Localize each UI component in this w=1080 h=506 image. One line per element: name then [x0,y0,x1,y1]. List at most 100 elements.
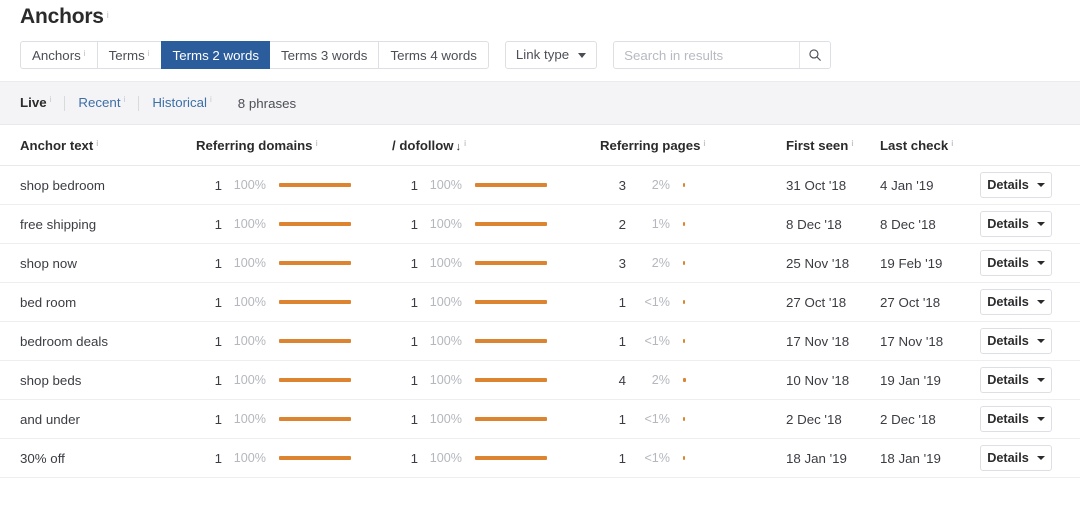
metric-count: 1 [600,412,626,427]
tab-anchors[interactable]: Anchorsi [20,41,97,69]
info-icon[interactable]: i [148,50,150,58]
table-row[interactable]: free shipping1100%1100%21%8 Dec '188 Dec… [0,205,1080,244]
filter-recent[interactable]: Recenti [78,94,125,112]
tab-terms-2-words[interactable]: Terms 2 words [161,41,270,69]
dofollow-cell: 1100% [392,283,600,322]
col-last-check[interactable]: Last checki [880,125,980,166]
info-icon[interactable]: i [96,140,98,148]
chevron-down-icon [578,53,586,58]
metric-percent: 100% [222,178,266,192]
details-button[interactable]: Details [980,289,1052,315]
first-seen: 18 Jan '19 [786,451,847,466]
details-button[interactable]: Details [980,172,1052,198]
metric-count: 1 [600,295,626,310]
metric-bar-track [475,300,577,304]
metric-bar-track [279,300,381,304]
details-button[interactable]: Details [980,211,1052,237]
info-icon[interactable]: i [464,140,466,148]
metric-bar-track [683,339,773,343]
filter-historical[interactable]: Historicali [152,94,211,112]
info-icon[interactable]: i [851,140,853,148]
metric-percent: 100% [222,256,266,270]
metric-bar-track [279,222,381,226]
metric-bar [683,183,685,187]
details-button-label: Details [987,412,1029,426]
table-row[interactable]: bedroom deals1100%1100%1<1%17 Nov '1817 … [0,322,1080,361]
anchors-report-page: Anchorsi AnchorsiTermsiTerms 2 wordsTerm… [0,0,1080,506]
dofollow-cell: 1100% [392,166,600,205]
metric-bar-track [279,339,381,343]
tab-terms-4-words[interactable]: Terms 4 words [378,41,488,69]
anchors-table: Anchor texti Referring domainsi / dofoll… [0,125,1080,478]
search-icon [808,48,822,62]
metric-bar-track [683,300,773,304]
search-input[interactable] [614,42,799,68]
tab-terms-3-words[interactable]: Terms 3 words [270,41,378,69]
link-type-dropdown[interactable]: Link type [505,41,597,69]
col-anchor-text-label: Anchor text [20,138,93,153]
chevron-down-icon [1037,339,1045,343]
metric-count: 1 [196,334,222,349]
details-button-label: Details [987,256,1029,270]
table-row[interactable]: shop beds1100%1100%42%10 Nov '1819 Jan '… [0,361,1080,400]
table-row[interactable]: 30% off1100%1100%1<1%18 Jan '1918 Jan '1… [0,439,1080,478]
first-seen-cell: 17 Nov '18 [786,322,880,361]
metric-count: 1 [392,412,418,427]
details-button[interactable]: Details [980,367,1052,393]
col-last-check-label: Last check [880,138,948,153]
col-actions [980,125,1080,166]
sort-descending-icon: ↓ [456,141,462,153]
actions-cell: Details [980,283,1080,322]
actions-cell: Details [980,322,1080,361]
col-referring-domains[interactable]: Referring domainsi [196,125,392,166]
details-button[interactable]: Details [980,250,1052,276]
table-row[interactable]: and under1100%1100%1<1%2 Dec '182 Dec '1… [0,400,1080,439]
search-button[interactable] [799,42,830,68]
chevron-down-icon [1037,261,1045,265]
metric-count: 1 [392,295,418,310]
first-seen-cell: 18 Jan '19 [786,439,880,478]
tab-terms[interactable]: Termsi [97,41,161,69]
table-head: Anchor texti Referring domainsi / dofoll… [0,125,1080,166]
details-button[interactable]: Details [980,406,1052,432]
anchor-text: bed room [20,295,76,310]
table-row[interactable]: shop now1100%1100%32%25 Nov '1819 Feb '1… [0,244,1080,283]
metric-percent: 100% [418,178,462,192]
col-dofollow[interactable]: / dofollow↓i [392,125,600,166]
info-icon[interactable]: i [124,96,126,104]
metric-percent: 100% [222,334,266,348]
metric-bar [683,222,685,226]
info-icon[interactable]: i [210,96,212,104]
metric-bar [279,183,351,187]
info-icon[interactable]: i [951,140,953,148]
info-icon[interactable]: i [316,140,318,148]
table-body: shop bedroom1100%1100%32%31 Oct '184 Jan… [0,166,1080,478]
metric-bar-track [683,183,773,187]
actions-cell: Details [980,361,1080,400]
first-seen: 10 Nov '18 [786,373,849,388]
col-referring-pages[interactable]: Referring pagesi [600,125,786,166]
table-row[interactable]: bed room1100%1100%1<1%27 Oct '1827 Oct '… [0,283,1080,322]
metric-count: 1 [196,295,222,310]
details-button[interactable]: Details [980,328,1052,354]
col-first-seen[interactable]: First seeni [786,125,880,166]
info-icon[interactable]: i [703,140,705,148]
col-anchor-text[interactable]: Anchor texti [0,125,196,166]
metric-count: 1 [600,451,626,466]
info-icon[interactable]: i [107,11,109,20]
metric-bar-track [475,183,577,187]
info-icon[interactable]: i [50,96,52,104]
metric-percent: <1% [626,334,670,348]
referring-pages-cell: 1<1% [600,439,786,478]
anchor-text: shop beds [20,373,81,388]
filter-live[interactable]: Livei [20,94,51,112]
table-row[interactable]: shop bedroom1100%1100%32%31 Oct '184 Jan… [0,166,1080,205]
info-icon[interactable]: i [84,50,86,58]
metric-bar-track [475,261,577,265]
col-referring-domains-label: Referring domains [196,138,313,153]
col-first-seen-label: First seen [786,138,848,153]
actions-cell: Details [980,400,1080,439]
last-check: 4 Jan '19 [880,178,934,193]
first-seen: 25 Nov '18 [786,256,849,271]
details-button[interactable]: Details [980,445,1052,471]
